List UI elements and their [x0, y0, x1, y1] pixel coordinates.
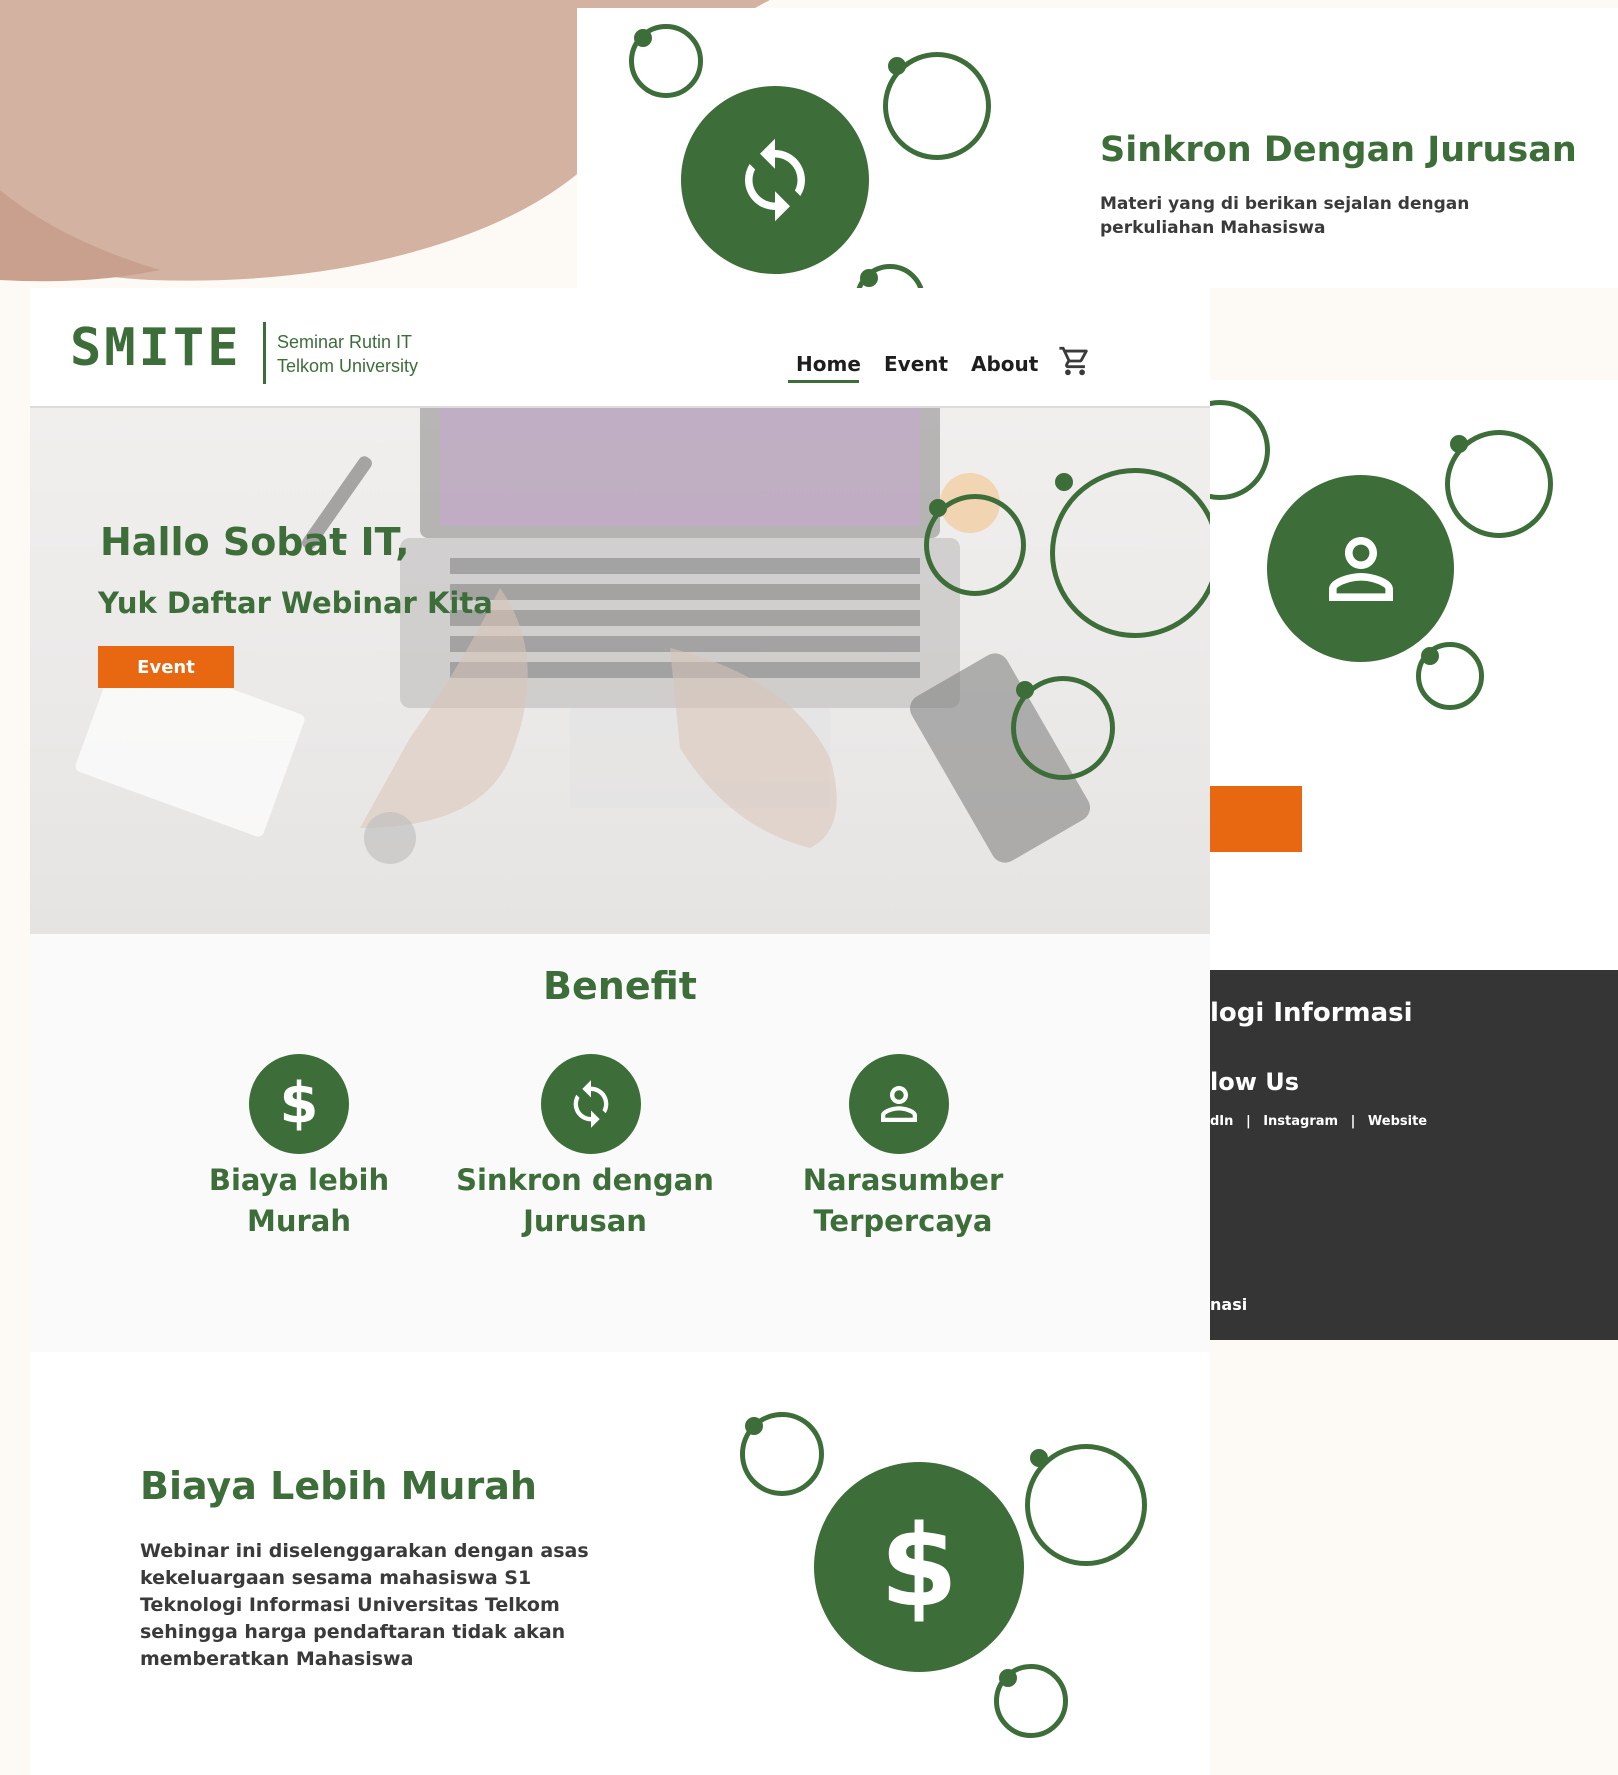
benefit-label-speaker: Narasumber Terpercaya	[773, 1160, 1033, 1242]
back-panel-speaker	[1210, 380, 1618, 970]
hero-section: Hallo Sobat IT, Yuk Daftar Webinar Kita …	[30, 408, 1210, 934]
dollar-icon: $	[279, 1071, 319, 1136]
back-panel-sync: Sinkron Dengan Jurusan Materi yang di be…	[577, 8, 1618, 288]
dollar-icon: $	[880, 1502, 958, 1632]
benefit-label-line: Jurusan	[523, 1204, 647, 1238]
ring-decoration	[629, 24, 703, 98]
sync-icon	[573, 1080, 609, 1128]
back-panel-footer: logi Informasi low Us dIn | Instagram | …	[1210, 970, 1618, 1340]
nav-event[interactable]: Event	[884, 352, 948, 376]
benefit-label-line: Sinkron dengan	[456, 1163, 714, 1197]
ring-decoration	[994, 1664, 1068, 1738]
user-icon	[881, 1086, 917, 1122]
benefit-label-line: Terpercaya	[813, 1204, 993, 1238]
benefit-heading: Benefit	[543, 964, 697, 1008]
footer-link-linkedin[interactable]: dIn	[1210, 1114, 1233, 1129]
footer-separator: |	[1245, 1114, 1251, 1129]
benefit-label-line: Murah	[246, 1204, 352, 1238]
logo-text[interactable]: SMITE	[70, 318, 242, 378]
detail-desc: Webinar ini diselenggarakan dengan asas …	[140, 1540, 589, 1670]
benefit-label-sync: Sinkron dengan Jurusan	[455, 1160, 715, 1242]
nav-about[interactable]: About	[971, 352, 1038, 376]
back-panel-title: Sinkron Dengan Jurusan	[1100, 130, 1577, 170]
user-icon	[1328, 536, 1393, 601]
ring-decoration	[1050, 468, 1210, 638]
footer-heading: logi Informasi	[1210, 998, 1413, 1028]
sync-icon	[745, 138, 805, 222]
ring-decoration	[740, 1412, 824, 1496]
benefit-label-cheap: Biaya lebih Murah	[169, 1160, 429, 1242]
cart-icon[interactable]	[1058, 344, 1092, 378]
main-screen: SMITE Seminar Rutin IT Telkom University…	[30, 288, 1210, 1775]
footer-link-instagram[interactable]: Instagram	[1263, 1114, 1338, 1129]
footer-link-website[interactable]: Website	[1368, 1114, 1427, 1129]
ring-decoration	[1416, 642, 1484, 710]
back-panel-desc: Materi yang di berikan sejalan dengan pe…	[1100, 194, 1470, 238]
benefit-sync-disc	[541, 1054, 641, 1154]
footer-separator: |	[1350, 1114, 1356, 1129]
nav-active-underline	[788, 380, 859, 383]
benefit-label-line: Biaya lebih	[208, 1163, 390, 1197]
ring-decoration	[924, 494, 1026, 596]
detail-dollar-disc: $	[814, 1462, 1024, 1672]
footer-links: dIn | Instagram | Website	[1210, 1114, 1427, 1129]
nav-home[interactable]: Home	[796, 352, 861, 376]
detail-title: Biaya Lebih Murah	[140, 1464, 537, 1508]
ring-decoration	[855, 264, 925, 288]
benefit-user-disc	[849, 1054, 949, 1154]
logo-tagline-1: Seminar Rutin IT	[277, 332, 413, 352]
logo-divider	[263, 322, 266, 384]
logo-tagline-2: Telkom University	[277, 356, 419, 376]
footer-bottom-text: nasi	[1210, 1295, 1248, 1314]
detail-section: Biaya Lebih Murah Webinar ini diselengga…	[30, 1352, 1210, 1775]
user-icon-disc	[1267, 475, 1454, 662]
ring-decoration	[1210, 400, 1270, 500]
site-header: SMITE Seminar Rutin IT Telkom University…	[30, 288, 1210, 408]
hero-title: Hallo Sobat IT,	[100, 520, 410, 564]
hero-subtitle: Yuk Daftar Webinar Kita	[98, 586, 493, 620]
benefit-label-line: Narasumber	[802, 1163, 1004, 1197]
benefit-dollar-disc: $	[249, 1054, 349, 1154]
ring-decoration	[1445, 430, 1553, 538]
ring-decoration	[1025, 1444, 1147, 1566]
ring-decoration	[883, 52, 991, 160]
back-panel-orange-block	[1210, 786, 1302, 852]
hero-event-button[interactable]: Event	[98, 646, 234, 688]
footer-follow-heading: low Us	[1210, 1068, 1300, 1096]
sync-icon-disc	[681, 86, 869, 274]
benefit-section: Benefit $ Biaya lebih Murah Sinkron deng…	[30, 934, 1210, 1352]
ring-decoration	[1011, 676, 1115, 780]
